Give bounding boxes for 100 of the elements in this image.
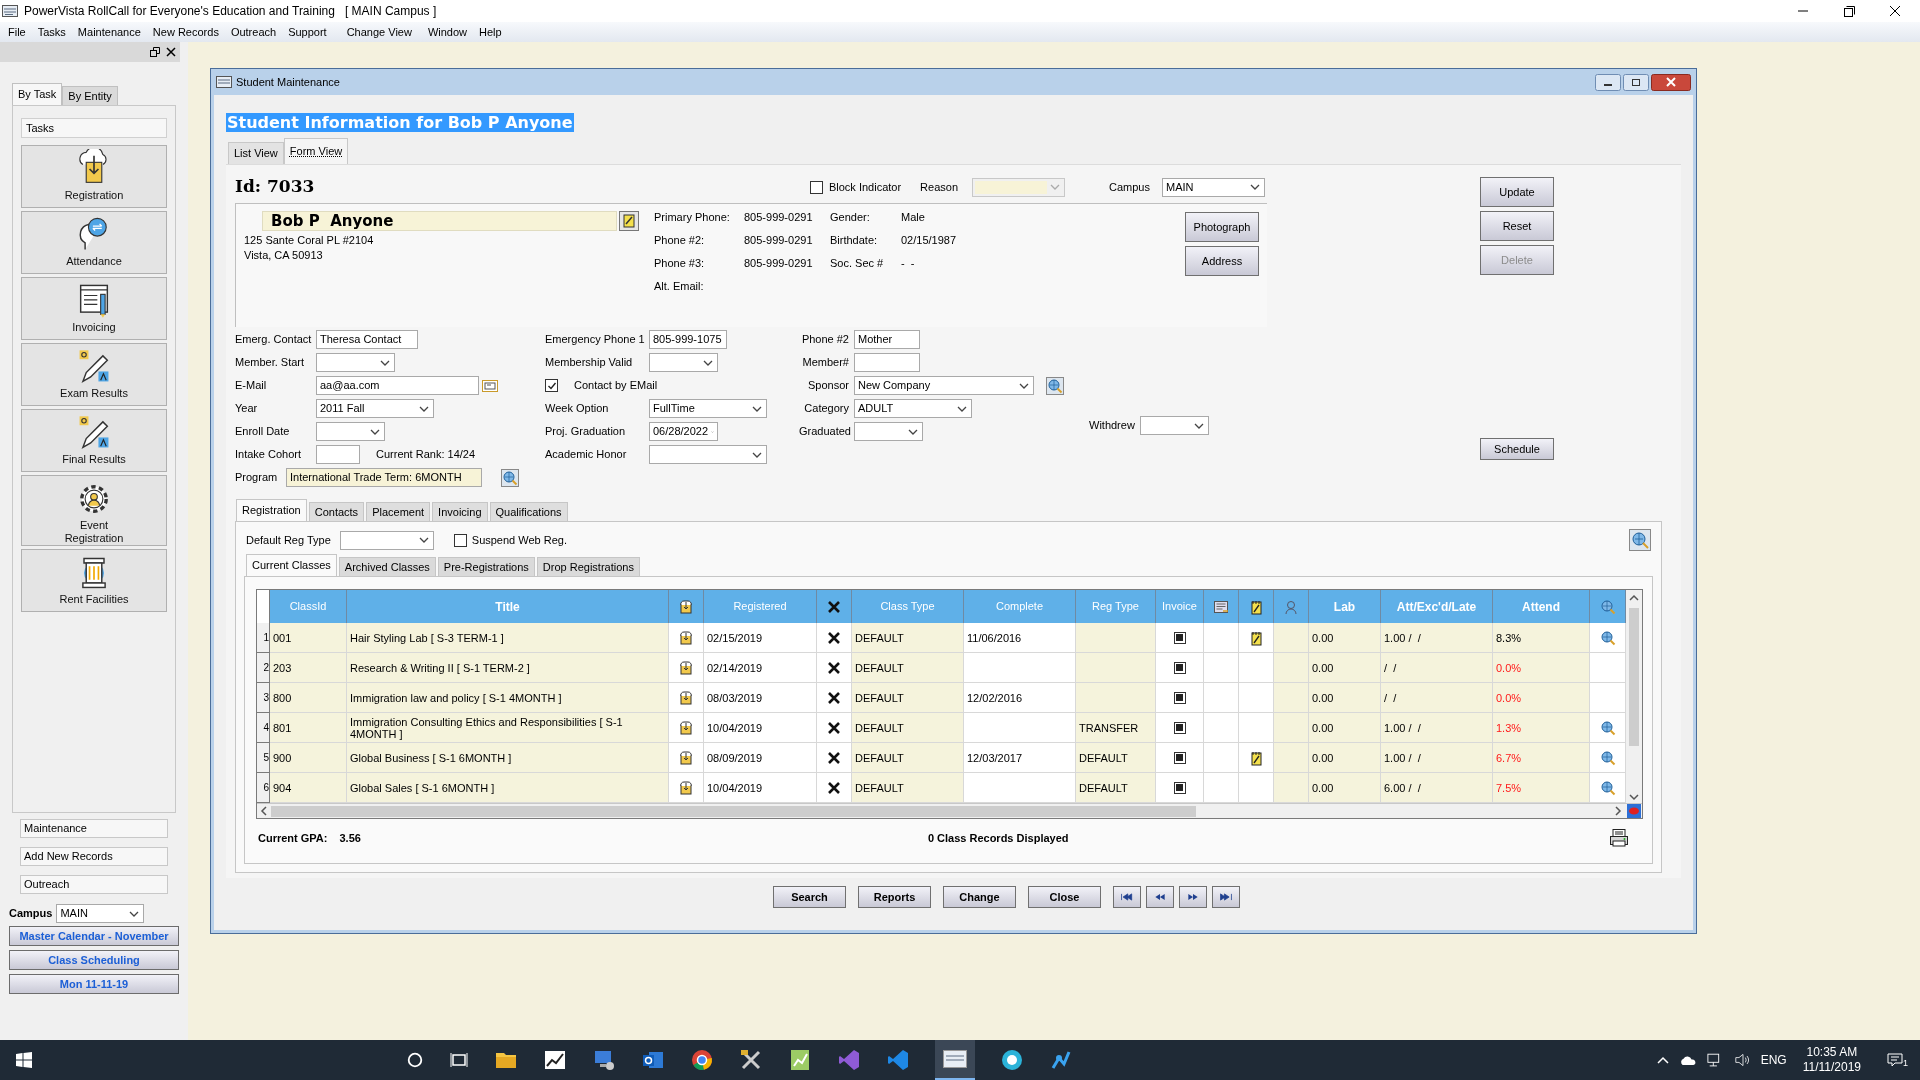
detail-tab[interactable]: Placement [366,502,431,521]
menu-item[interactable]: Tasks [31,23,72,41]
chart-icon[interactable] [543,1048,567,1072]
spreadsheet-icon[interactable] [788,1048,812,1072]
checkbox[interactable] [1173,661,1186,674]
close-icon[interactable] [166,47,176,57]
command-button[interactable]: Change [943,886,1016,908]
task-view-icon[interactable] [449,1050,469,1070]
checkbox[interactable] [1173,751,1186,764]
next-record-button[interactable] [1179,886,1207,908]
checkbox[interactable] [1173,781,1186,794]
vertical-scrollbar[interactable] [1626,590,1642,803]
schedule-button[interactable]: Schedule [1480,438,1554,460]
remove-icon[interactable] [826,659,842,676]
detail-tab[interactable]: Registration [236,499,307,521]
monitor-icon[interactable] [592,1048,616,1072]
dropdown[interactable]: New Company [854,376,1034,395]
previous-record-button[interactable] [1146,886,1174,908]
class-tab[interactable]: Drop Registrations [536,557,640,576]
start-icon[interactable] [16,1052,32,1068]
menu-item[interactable]: Maintenance [71,23,147,41]
remove-icon[interactable] [826,749,842,766]
scroll-left-icon[interactable] [260,806,268,816]
info-button[interactable]: Address [1185,246,1259,276]
menu-item[interactable]: Help [473,23,508,41]
chevron-up-icon[interactable] [1656,1056,1669,1064]
float-icon[interactable] [150,47,160,57]
class-tab[interactable]: Archived Classes [338,557,436,576]
note-icon[interactable] [1248,749,1264,766]
printer-icon[interactable] [1609,828,1629,848]
note-icon[interactable] [1248,629,1264,646]
checkbox[interactable] [1173,691,1186,704]
remove-icon[interactable] [826,719,842,736]
note-icon[interactable] [619,211,639,231]
shortcut-button[interactable]: Class Scheduling [9,950,179,970]
first-record-button[interactable] [1113,886,1141,908]
input-field[interactable]: Mother [854,330,920,349]
clock-time[interactable]: 10:35 AM [1806,1045,1858,1060]
task-button[interactable]: Final Results [21,409,167,472]
registration-icon[interactable] [678,629,694,646]
input-field[interactable] [316,445,360,464]
menu-item[interactable]: File [2,23,32,41]
sidebar-tab[interactable]: By Task [12,83,63,105]
command-button[interactable]: Reports [858,886,931,908]
class-tab[interactable]: Current Classes [246,554,337,576]
action-button[interactable]: Reset [1480,211,1554,241]
camera-icon[interactable] [1000,1048,1024,1072]
registration-icon[interactable] [678,779,694,796]
language-indicator[interactable]: ENG [1760,1051,1787,1069]
menu-item[interactable]: Support [282,23,333,41]
scroll-thumb[interactable] [1629,608,1639,746]
scroll-thumb[interactable] [271,805,1196,817]
view-tab[interactable]: Form View [283,138,349,164]
nav-link[interactable]: Outreach [20,875,168,894]
sidebar-tab[interactable]: By Entity [62,86,118,105]
globe-icon[interactable] [501,468,519,487]
menu-item[interactable]: Window [421,23,474,41]
last-record-button[interactable] [1212,886,1240,908]
menu-item[interactable]: Outreach [224,23,283,41]
detail-tab[interactable]: Qualifications [489,502,568,521]
checkbox[interactable] [1173,631,1186,644]
volume-icon[interactable] [1734,1053,1751,1067]
view-tab[interactable]: List View [228,142,284,164]
tools-icon[interactable] [739,1048,763,1072]
scroll-right-icon[interactable] [1614,806,1622,816]
command-button[interactable]: Search [773,886,846,908]
detail-tab[interactable]: Contacts [308,502,365,521]
scroll-up-icon[interactable] [1629,594,1639,602]
action-button[interactable]: Update [1480,177,1554,207]
code-icon[interactable] [886,1048,910,1072]
clock-date[interactable]: 11/11/2019 [1802,1060,1861,1075]
dropdown[interactable]: MAIN [1162,177,1265,197]
checkbox[interactable] [453,533,467,547]
notification-icon[interactable] [1887,1052,1903,1068]
task-button[interactable]: Invoicing [21,277,167,340]
checkbox[interactable] [1173,721,1186,734]
scroll-down-icon[interactable] [1629,793,1639,801]
input-field[interactable]: Theresa Contact [316,330,418,349]
dropdown[interactable]: 06/28/2022 [649,422,718,441]
dropdown[interactable]: FullTime [649,399,767,418]
nav-link[interactable]: Add New Records [20,847,168,866]
task-button[interactable]: Attendance [21,211,167,274]
nav-link[interactable]: Maintenance [20,819,168,838]
menu-item[interactable]: New Records [146,23,225,41]
id-card-icon[interactable] [482,379,498,392]
task-button[interactable]: Registration [21,145,167,208]
dropdown[interactable]: 2011 Fall [316,399,434,418]
maximize-icon[interactable] [1623,73,1649,91]
input-field[interactable]: aa@aa.com [316,376,479,395]
input-field[interactable] [854,353,920,372]
remove-icon[interactable] [826,689,842,706]
task-button[interactable]: Event Registration [21,475,167,546]
checkbox[interactable] [809,180,823,194]
info-button[interactable]: Photograph [1185,212,1259,242]
registration-icon[interactable] [678,719,694,736]
task-button[interactable]: Rent Facilities [21,549,167,612]
detail-tab[interactable]: Invoicing [432,502,488,521]
task-button[interactable]: Exam Results [21,343,167,406]
registration-icon[interactable] [678,659,694,676]
remove-icon[interactable] [826,779,842,796]
